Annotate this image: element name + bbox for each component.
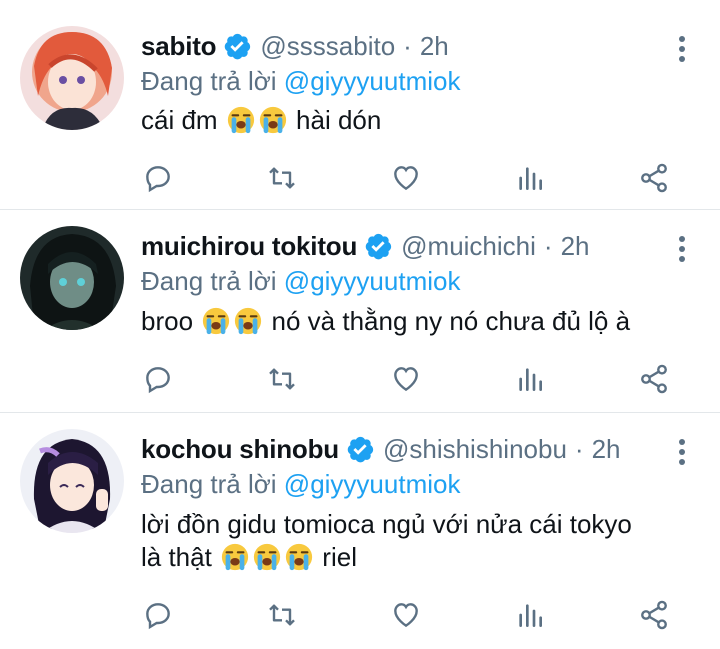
loudly-crying-face-emoji — [227, 106, 254, 134]
tweet-text-segment: broo — [141, 306, 194, 336]
share-button[interactable] — [634, 595, 674, 635]
replying-to: Đang trả lời @giyyyuutmiok — [141, 264, 700, 298]
tweet[interactable]: kochou shinobu @shishishinobu · 2h Đang … — [0, 413, 720, 649]
more-vertical-icon[interactable] — [672, 32, 692, 66]
retweet-icon — [269, 368, 295, 390]
like-button[interactable] — [386, 359, 426, 399]
user-handle[interactable]: @shishishinobu — [383, 434, 567, 465]
share-icon — [641, 364, 667, 394]
loudly-crying-face-emoji — [253, 543, 281, 571]
loudly-crying-face-emoji — [285, 543, 313, 571]
display-name[interactable]: muichirou tokitou — [141, 231, 357, 262]
tweet-text: lời đồn gidu tomioca ngủ với nửa cái tok… — [141, 508, 700, 574]
share-button[interactable] — [634, 158, 674, 198]
share-icon — [641, 600, 667, 630]
replying-to-label: Đang trả lời — [141, 469, 277, 499]
verified-badge-icon — [225, 33, 251, 60]
analytics-button[interactable] — [510, 359, 550, 399]
user-handle[interactable]: @muichichi — [401, 231, 536, 262]
avatar-image — [20, 226, 124, 330]
loudly-crying-face-emoji — [221, 543, 249, 571]
separator-dot: · — [403, 30, 412, 61]
retweet-icon — [269, 167, 295, 189]
display-name[interactable]: sabito — [141, 31, 217, 62]
timestamp[interactable]: 2h — [420, 31, 449, 62]
tweet[interactable]: sabito @ssssabito · 2h Đang trả lời @giy… — [0, 0, 720, 210]
tweet-text-segment: riel — [322, 542, 357, 572]
share-button[interactable] — [634, 359, 674, 399]
loudly-crying-face-emoji — [259, 106, 286, 134]
tweet-text: broo nó và thằng ny nó chưa đủ lộ à — [141, 305, 700, 338]
tweet[interactable]: muichirou tokitou @muichichi · 2h Đang t… — [0, 210, 720, 413]
reply-button[interactable] — [138, 158, 178, 198]
loudly-crying-face-emoji — [203, 307, 230, 335]
loudly-crying-face-emoji — [235, 307, 262, 335]
reply-icon — [146, 166, 170, 193]
more-vertical-icon[interactable] — [672, 435, 692, 469]
analytics-icon — [519, 368, 542, 391]
tweet-actions — [138, 595, 678, 635]
analytics-icon — [519, 604, 542, 627]
tweet-actions — [138, 359, 678, 399]
separator-dot: · — [543, 230, 553, 261]
verified-badge-icon — [347, 436, 374, 463]
tweet-header: kochou shinobu @shishishinobu · 2h — [141, 431, 700, 467]
timestamp[interactable]: 2h — [561, 231, 590, 262]
retweet-button[interactable] — [262, 595, 302, 635]
separator-dot: · — [574, 433, 584, 464]
analytics-icon — [519, 167, 542, 190]
retweet-button[interactable] — [262, 158, 302, 198]
mention-link[interactable]: @giyyyuutmiok — [284, 469, 461, 499]
avatar[interactable] — [20, 429, 124, 533]
user-handle[interactable]: @ssssabito — [260, 31, 395, 62]
display-name[interactable]: kochou shinobu — [141, 434, 339, 465]
tweet-text-line: lời đồn gidu tomioca ngủ với nửa cái tok… — [141, 508, 700, 541]
tweet-text-segment: hài dón — [296, 105, 382, 135]
heart-icon — [394, 166, 418, 191]
tweet-actions — [138, 158, 678, 198]
reply-icon — [146, 367, 170, 394]
replying-to-label: Đang trả lời — [141, 66, 277, 96]
verified-badge-icon — [365, 233, 392, 260]
tweet-header: muichirou tokitou @muichichi · 2h — [141, 228, 700, 264]
avatar-image — [20, 429, 124, 533]
like-button[interactable] — [386, 158, 426, 198]
tweet-text-segment: lời đồn gidu tomioca ngủ với nửa cái tok… — [141, 509, 632, 539]
tweet-text-segment: cái đm — [141, 105, 218, 135]
tweet-text: cái đm hài dón — [141, 104, 700, 137]
like-button[interactable] — [386, 595, 426, 635]
replying-to: Đang trả lời @giyyyuutmiok — [141, 64, 700, 98]
replying-to-label: Đang trả lời — [141, 266, 277, 296]
mention-link[interactable]: @giyyyuutmiok — [284, 66, 461, 96]
retweet-button[interactable] — [262, 359, 302, 399]
retweet-icon — [269, 604, 295, 626]
reply-icon — [146, 603, 170, 630]
analytics-button[interactable] — [510, 595, 550, 635]
reply-button[interactable] — [138, 359, 178, 399]
mention-link[interactable]: @giyyyuutmiok — [284, 266, 461, 296]
tweet-text-segment: nó và thằng ny nó chưa đủ lộ à — [271, 306, 631, 336]
heart-icon — [394, 603, 418, 628]
avatar[interactable] — [20, 226, 124, 330]
avatar-image — [20, 26, 124, 130]
tweet-text-line: là thật riel — [141, 541, 700, 574]
more-vertical-icon[interactable] — [672, 232, 692, 266]
timestamp[interactable]: 2h — [592, 434, 621, 465]
heart-icon — [394, 367, 418, 392]
analytics-button[interactable] — [510, 158, 550, 198]
reply-feed: sabito @ssssabito · 2h Đang trả lời @giy… — [0, 0, 720, 649]
replying-to: Đang trả lời @giyyyuutmiok — [141, 467, 700, 501]
share-icon — [641, 163, 667, 193]
avatar[interactable] — [20, 26, 124, 130]
tweet-header: sabito @ssssabito · 2h — [141, 28, 700, 64]
reply-button[interactable] — [138, 595, 178, 635]
tweet-text-segment: là thật — [141, 542, 212, 572]
